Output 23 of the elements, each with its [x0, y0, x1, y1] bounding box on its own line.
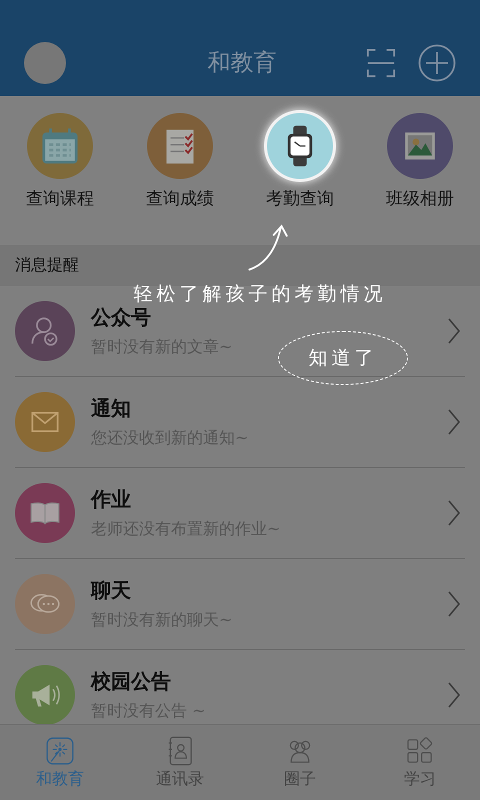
chevron-icon — [447, 681, 461, 709]
message-title: 校园公告 — [91, 668, 171, 695]
add-icon[interactable] — [418, 44, 456, 82]
message-title: 作业 — [91, 486, 131, 513]
avatar-icon[interactable] — [24, 42, 66, 84]
shortcut-label: 查询成绩 — [146, 188, 214, 210]
shortcut-label: 考勤查询 — [266, 188, 334, 210]
shortcut-label: 查询课程 — [26, 188, 94, 210]
chevron-icon — [447, 317, 461, 345]
scan-icon[interactable] — [366, 47, 396, 79]
guide-tip-text: 轻松了解孩子的考勤情况 — [132, 283, 388, 305]
app-title: 和教育 — [206, 49, 278, 78]
message-title: 聊天 — [91, 577, 131, 604]
message-title: 通知 — [91, 395, 131, 422]
section-title: 消息提醒 — [15, 255, 79, 276]
shortcut-button[interactable] — [267, 113, 333, 179]
shortcut-label: 班级相册 — [386, 188, 454, 210]
chevron-icon — [447, 408, 461, 436]
chevron-icon — [447, 590, 461, 618]
sparkle-icon — [44, 735, 76, 767]
dismiss-button[interactable]: 知道了 — [278, 331, 408, 385]
chevron-icon — [447, 499, 461, 527]
message-title: 公众号 — [91, 304, 151, 331]
